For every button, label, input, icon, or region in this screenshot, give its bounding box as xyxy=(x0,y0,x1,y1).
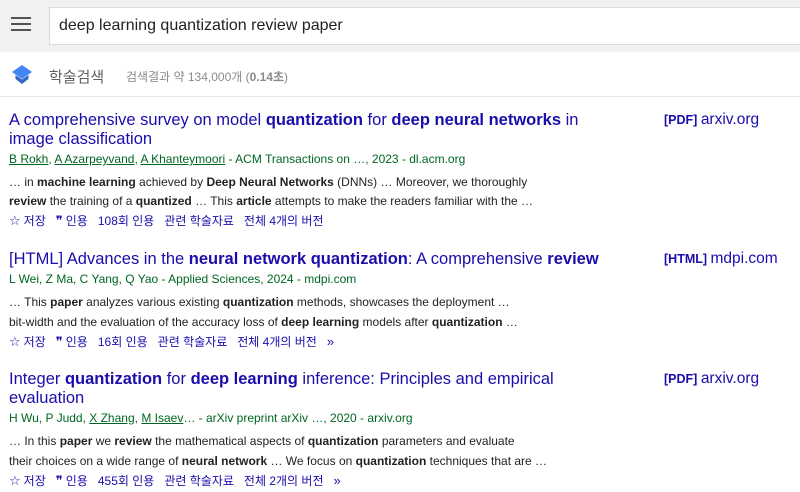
cite-button[interactable]: ❞ 인용 xyxy=(55,334,88,349)
menu-icon[interactable] xyxy=(11,17,31,33)
cited-by-link[interactable]: 108회 인용 xyxy=(98,214,154,228)
author-link[interactable]: A Azarpeyvand xyxy=(54,152,134,166)
save-button[interactable]: ☆ 저장 xyxy=(9,213,46,228)
cite-button[interactable]: ❞ 인용 xyxy=(55,213,88,228)
result-authors: L Wei, Z Ma, C Yang, Q Yao - Applied Sci… xyxy=(9,272,357,286)
result-actions: ☆ 저장 ❞ 인용 108회 인용 관련 학술자료 전체 4개의 버전 xyxy=(9,212,334,229)
related-articles-link[interactable]: 관련 학술자료 xyxy=(158,335,228,349)
result-snippet: their choices on a wide range of neural … xyxy=(9,454,548,468)
result-authors: H Wu, P Judd, X Zhang, M Isaev… - arXiv … xyxy=(9,411,413,425)
author-link[interactable]: A Khanteymoori xyxy=(140,152,225,166)
double-chevron-icon: » xyxy=(333,473,341,488)
star-icon: ☆ xyxy=(9,334,21,349)
author-link[interactable]: B Rokh xyxy=(9,152,48,166)
all-versions-link[interactable]: 전체 2개의 버전 xyxy=(244,474,324,488)
result-snippet: bit-width and the evaluation of the accu… xyxy=(9,315,518,329)
sub-header xyxy=(0,52,800,97)
result-snippet: … in machine learning achieved by Deep N… xyxy=(9,175,528,189)
result-count: 검색결과 약 134,000개 (0.14초) xyxy=(126,70,289,84)
result-snippet: … In this paper we review the mathematic… xyxy=(9,434,515,448)
cite-button[interactable]: ❞ 인용 xyxy=(55,473,88,488)
result-fulltext-link[interactable]: [PDF] arxiv.org xyxy=(664,111,759,129)
result-actions: ☆ 저장 ❞ 인용 16회 인용 관련 학술자료 전체 4개의 버전 » xyxy=(9,333,347,350)
star-icon: ☆ xyxy=(9,473,21,488)
author-link[interactable]: X Zhang xyxy=(89,411,134,425)
result-fulltext-link[interactable]: [PDF] arxiv.org xyxy=(664,370,759,388)
save-button[interactable]: ☆ 저장 xyxy=(9,473,46,488)
result-fulltext-link[interactable]: [HTML] mdpi.com xyxy=(664,250,778,268)
star-icon: ☆ xyxy=(9,213,21,228)
quote-icon: ❞ xyxy=(55,213,63,228)
result-title-link[interactable]: [HTML] Advances in the neural network qu… xyxy=(9,250,609,269)
quote-icon: ❞ xyxy=(55,334,63,349)
result-title-link[interactable]: Integer quantization for deep learning i… xyxy=(9,370,609,408)
cited-by-link[interactable]: 16회 인용 xyxy=(98,335,148,349)
author-link[interactable]: M Isaev xyxy=(141,411,183,425)
top-bar xyxy=(0,0,800,52)
scholar-logo-icon xyxy=(12,65,32,84)
more-button[interactable]: » xyxy=(333,473,344,488)
all-versions-link[interactable]: 전체 4개의 버전 xyxy=(244,214,324,228)
result-actions: ☆ 저장 ❞ 인용 455회 인용 관련 학술자료 전체 2개의 버전 » xyxy=(9,472,354,489)
search-box[interactable] xyxy=(49,7,800,45)
related-articles-link[interactable]: 관련 학술자료 xyxy=(164,214,234,228)
all-versions-link[interactable]: 전체 4개의 버전 xyxy=(237,335,317,349)
related-articles-link[interactable]: 관련 학술자료 xyxy=(164,474,234,488)
quote-icon: ❞ xyxy=(55,473,63,488)
result-authors: B Rokh, A Azarpeyvand, A Khanteymoori - … xyxy=(9,152,466,166)
save-button[interactable]: ☆ 저장 xyxy=(9,334,46,349)
search-input[interactable] xyxy=(59,17,759,35)
result-snippet: review the training of a quantized … Thi… xyxy=(9,194,534,208)
more-button[interactable]: » xyxy=(326,334,337,349)
brand-label[interactable]: 학술검색 xyxy=(49,66,104,87)
double-chevron-icon: » xyxy=(326,334,335,349)
result-title-link[interactable]: A comprehensive survey on model quantiza… xyxy=(9,111,609,149)
cited-by-link[interactable]: 455회 인용 xyxy=(98,474,154,488)
result-snippet: … This paper analyzes various existing q… xyxy=(9,295,510,309)
